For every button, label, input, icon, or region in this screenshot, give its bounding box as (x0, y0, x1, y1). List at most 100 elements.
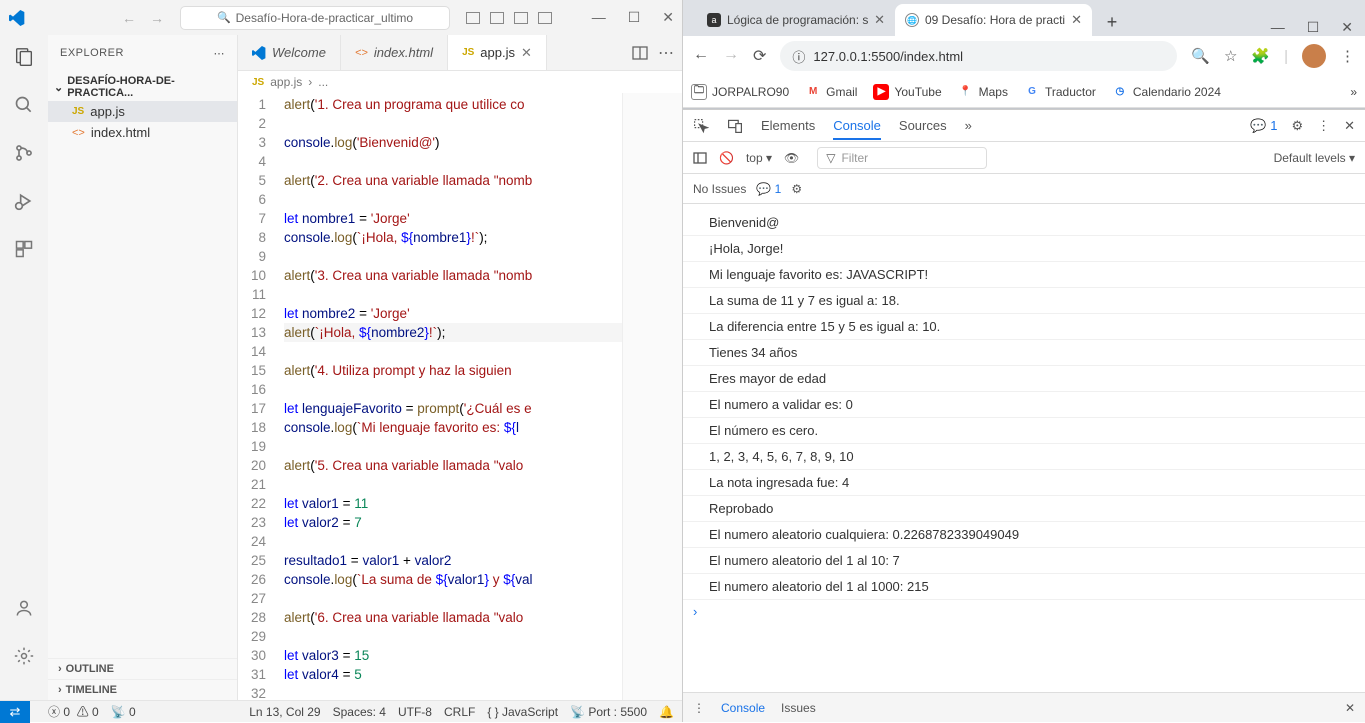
file-index-html[interactable]: <> index.html (48, 122, 237, 143)
close-tab-icon[interactable]: ✕ (874, 12, 885, 28)
devtools-settings-icon[interactable]: ⚙ (1291, 118, 1303, 134)
issues-badge[interactable]: 💬 1 (756, 182, 781, 196)
device-toggle-icon[interactable] (727, 118, 743, 134)
eol-status[interactable]: CRLF (444, 705, 475, 719)
context-selector[interactable]: top ▾ (746, 151, 772, 165)
nav-back-icon[interactable]: ← (122, 10, 136, 26)
maximize-button[interactable]: ☐ (1307, 19, 1320, 36)
forward-button[interactable]: → (723, 46, 739, 66)
devtools-close-icon[interactable]: ✕ (1344, 118, 1355, 134)
close-button[interactable]: ✕ (662, 9, 674, 26)
close-tab-icon[interactable]: ✕ (521, 45, 532, 61)
bookmarks-overflow-icon[interactable]: » (1350, 85, 1357, 99)
devtools-menu-icon[interactable]: ⋮ (1317, 118, 1330, 134)
live-expression-icon[interactable]: 👁 (784, 151, 799, 165)
extensions-icon[interactable] (12, 237, 36, 261)
bookmark-youtube[interactable]: ▶YouTube (873, 84, 941, 100)
drawer-tab-console[interactable]: Console (721, 701, 765, 715)
site-info-icon[interactable]: ⓘ (792, 47, 805, 66)
settings-icon[interactable] (12, 644, 36, 668)
layout-icon-2[interactable] (490, 12, 504, 24)
console-log-entry: Mi lenguaje favorito es: JAVASCRIPT! (683, 262, 1365, 288)
drawer-menu-icon[interactable]: ⋮ (693, 701, 705, 715)
vscode-window: ← → 🔍 Desafío-Hora-de-practicar_ultimo —… (0, 0, 683, 722)
language-status[interactable]: { } JavaScript (487, 705, 558, 719)
url-bar[interactable]: ⓘ 127.0.0.1:5500/index.html (780, 41, 1177, 71)
tabs-overflow-icon[interactable]: » (965, 118, 972, 133)
tab-welcome[interactable]: Welcome (238, 35, 341, 70)
encoding-status[interactable]: UTF-8 (398, 705, 432, 719)
vscode-icon (252, 46, 266, 60)
indent-status[interactable]: Spaces: 4 (333, 705, 386, 719)
layout-icon-4[interactable] (538, 12, 552, 24)
favicon-icon: 🌐 (905, 13, 919, 27)
code-editor[interactable]: 1234567891011121314151617181920212223242… (238, 93, 622, 700)
file-app-js[interactable]: JS app.js (48, 101, 237, 122)
command-center[interactable]: 🔍 Desafío-Hora-de-practicar_ultimo (180, 6, 450, 30)
minimap[interactable] (622, 93, 682, 700)
scm-icon[interactable] (12, 141, 36, 165)
console-settings-icon[interactable]: ⚙ (791, 182, 802, 196)
tab-index-html[interactable]: <> index.html (341, 35, 448, 70)
tab-app-js[interactable]: JS app.js ✕ (448, 35, 547, 70)
folder-root[interactable]: ⌄ DESAFÍO-HORA-DE-PRACTICA... (48, 73, 237, 101)
notifications-icon[interactable]: 🔔 (659, 705, 674, 719)
close-tab-icon[interactable]: ✕ (1071, 12, 1082, 28)
remote-indicator[interactable]: ⇄ (0, 701, 30, 723)
profile-avatar[interactable] (1302, 44, 1326, 68)
console-output[interactable]: Bienvenid@¡Hola, Jorge!Mi lenguaje favor… (683, 204, 1365, 692)
search-activity-icon[interactable] (12, 93, 36, 117)
bookmark-gmail[interactable]: MGmail (805, 84, 857, 100)
search-text: Desafío-Hora-de-practicar_ultimo (236, 11, 413, 25)
browser-tab-2[interactable]: 🌐 09 Desafío: Hora de practi ✕ (895, 4, 1092, 36)
explorer-icon[interactable] (12, 45, 36, 69)
account-icon[interactable] (12, 596, 36, 620)
browser-menu-icon[interactable]: ⋮ (1340, 47, 1355, 65)
problems-status[interactable]: ⓧ 0 ⚠ 0 (48, 703, 99, 720)
nav-forward-icon[interactable]: → (150, 10, 164, 26)
explorer-more-icon[interactable]: ⋯ (214, 47, 226, 60)
zoom-icon[interactable]: 🔍 (1191, 47, 1210, 65)
tab-console[interactable]: Console (833, 112, 881, 140)
tab-sources[interactable]: Sources (899, 112, 947, 139)
outline-section[interactable]: ›OUTLINE (48, 658, 237, 679)
liveserver-status[interactable]: 📡 Port : 5500 (570, 705, 647, 719)
timeline-section[interactable]: ›TIMELINE (48, 679, 237, 700)
explorer-sidebar: EXPLORER ⋯ ⌄ DESAFÍO-HORA-DE-PRACTICA...… (48, 35, 238, 700)
layout-icon-3[interactable] (514, 12, 528, 24)
browser-tab-1[interactable]: a Lógica de programación: s ✕ (697, 4, 895, 36)
minimize-button[interactable]: — (1271, 19, 1285, 36)
extensions-puzzle-icon[interactable]: 🧩 (1251, 47, 1270, 65)
layout-icon-1[interactable] (466, 12, 480, 24)
log-levels-selector[interactable]: Default levels ▾ (1274, 151, 1355, 165)
console-log-entry: Reprobado (683, 496, 1365, 522)
debug-icon[interactable] (12, 189, 36, 213)
bookmark-star-icon[interactable]: ☆ (1224, 47, 1237, 65)
reload-button[interactable]: ⟳ (753, 46, 766, 66)
back-button[interactable]: ← (693, 46, 709, 66)
minimize-button[interactable]: — (592, 9, 606, 26)
bookmark-jorpalro[interactable]: 🗀JORPALRO90 (691, 84, 789, 100)
bookmark-maps[interactable]: 📍Maps (958, 84, 1008, 100)
new-tab-button[interactable]: + (1098, 8, 1126, 36)
maximize-button[interactable]: ☐ (628, 9, 641, 26)
tab-elements[interactable]: Elements (761, 112, 815, 139)
issues-indicator[interactable]: 💬 1 (1250, 118, 1277, 134)
console-filter[interactable]: ▽ Filter (817, 147, 987, 169)
close-button[interactable]: ✕ (1341, 19, 1353, 36)
toggle-sidebar-icon[interactable] (693, 152, 707, 164)
split-editor-icon[interactable] (632, 46, 648, 60)
breadcrumb[interactable]: JS app.js › ... (238, 71, 682, 93)
tab-more-icon[interactable]: ⋯ (658, 43, 674, 63)
console-prompt[interactable]: › (683, 600, 1365, 623)
bookmark-translate[interactable]: GTraductor (1024, 84, 1096, 100)
drawer-tab-issues[interactable]: Issues (781, 701, 816, 715)
code-content[interactable]: alert('1. Crea un programa que utilice c… (284, 93, 622, 700)
clear-console-icon[interactable]: 🚫 (719, 151, 734, 165)
folder-icon: 🗀 (691, 84, 707, 100)
drawer-close-icon[interactable]: ✕ (1345, 701, 1355, 715)
ports-status[interactable]: 📡 0 (111, 705, 136, 719)
inspect-icon[interactable] (693, 118, 709, 134)
bookmark-calendar[interactable]: ◷Calendario 2024 (1112, 84, 1221, 100)
cursor-position[interactable]: Ln 13, Col 29 (249, 705, 320, 719)
